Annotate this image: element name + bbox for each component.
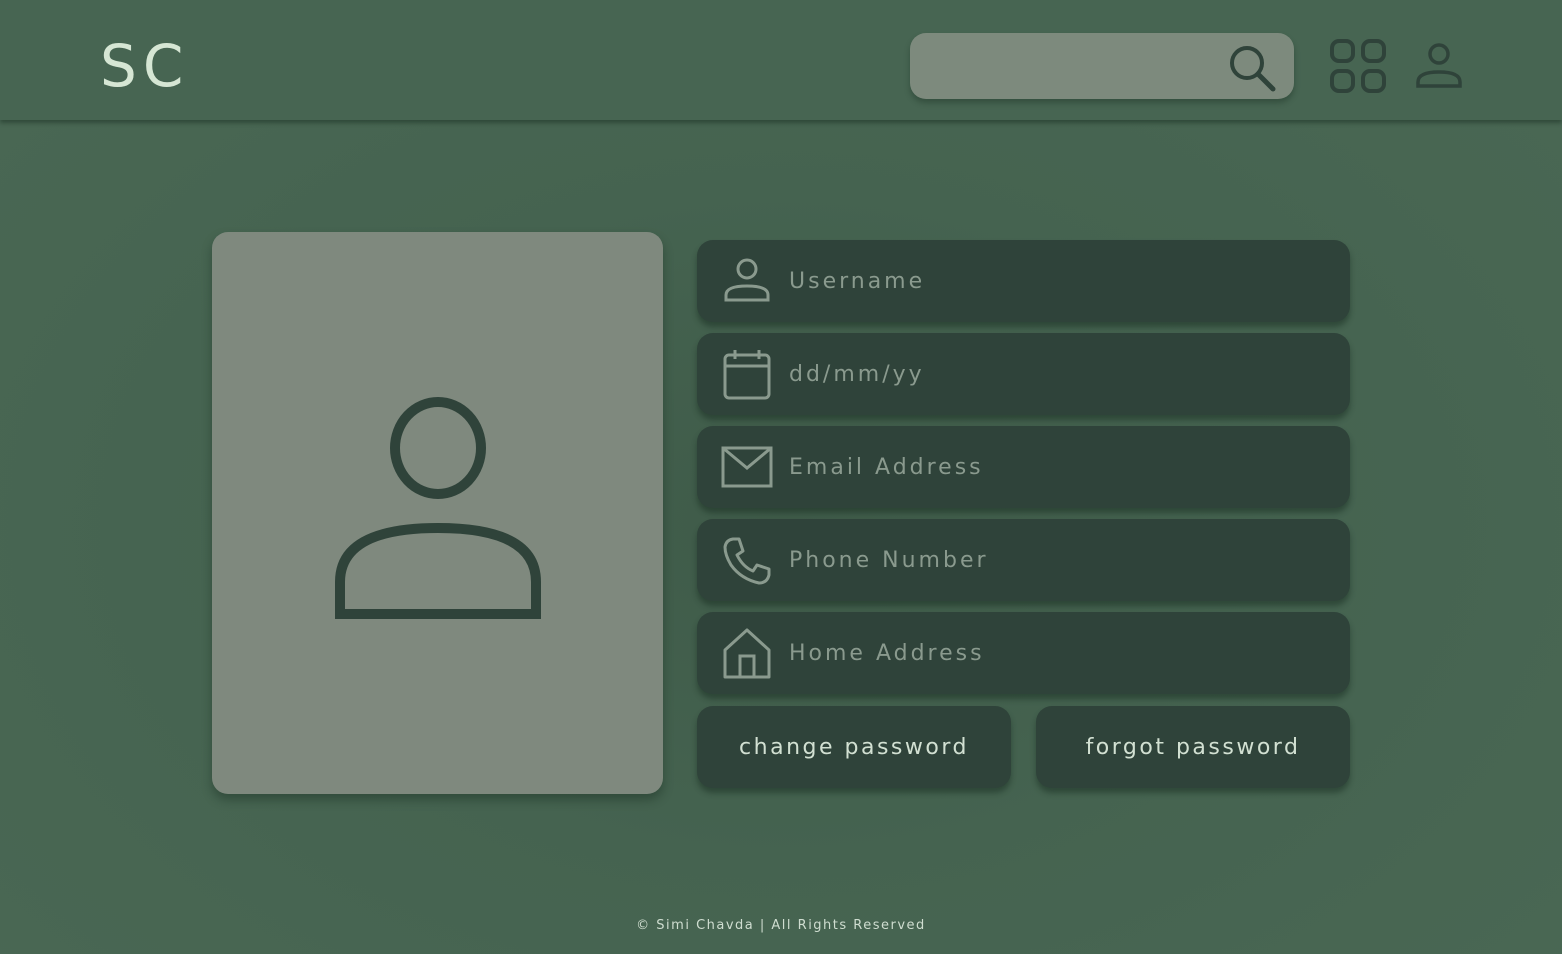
footer-copyright: © Simi Chavda | All Rights Reserved: [636, 918, 926, 933]
phone-input[interactable]: [789, 519, 1329, 601]
header-bar: SC: [0, 0, 1562, 120]
search-input[interactable]: [930, 33, 1220, 99]
calendar-icon: [723, 350, 771, 400]
home-address-field[interactable]: [697, 612, 1350, 694]
user-icon[interactable]: [1414, 42, 1464, 92]
date-field[interactable]: [697, 333, 1350, 415]
email-field[interactable]: [697, 426, 1350, 508]
username-input[interactable]: [789, 240, 1329, 322]
page: SC Username dd/mm/yy Email Address Phone…: [0, 0, 1562, 954]
profile-photo-card[interactable]: [212, 232, 663, 794]
user-icon: [724, 258, 770, 302]
search-icon[interactable]: [1226, 42, 1278, 94]
user-avatar-icon: [335, 397, 541, 619]
date-input[interactable]: [789, 333, 1329, 415]
apps-grid-icon[interactable]: [1328, 38, 1388, 96]
home-icon: [723, 628, 771, 679]
phone-field[interactable]: [697, 519, 1350, 601]
email-input[interactable]: [789, 426, 1329, 508]
logo[interactable]: SC: [100, 34, 189, 98]
phone-icon: [723, 537, 771, 585]
forgot-password-button[interactable]: forgot password: [1036, 706, 1350, 788]
envelope-icon: [721, 446, 773, 488]
username-field[interactable]: [697, 240, 1350, 322]
change-password-button[interactable]: change password: [697, 706, 1011, 788]
home-address-input[interactable]: [789, 612, 1329, 694]
